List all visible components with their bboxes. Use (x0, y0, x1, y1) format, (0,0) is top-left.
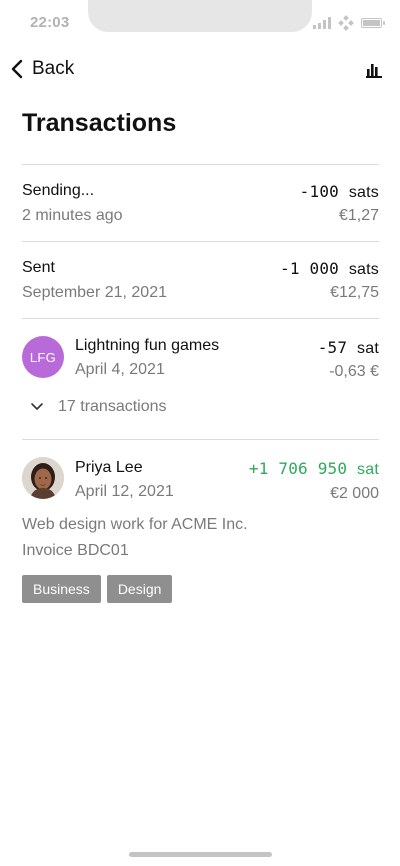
transaction-date: September 21, 2021 (22, 284, 167, 301)
transaction-invoice: Invoice BDC01 (22, 542, 129, 559)
transaction-row[interactable]: Priya Lee April 12, 2021 +1 706 950 sat … (22, 456, 379, 506)
back-button[interactable]: Back (10, 58, 74, 80)
transaction-date: April 4, 2021 (75, 361, 165, 378)
divider (22, 164, 379, 165)
transaction-fiat: -0,63 € (329, 363, 379, 380)
tag-business[interactable]: Business (22, 575, 101, 603)
transaction-title: Sending... (22, 182, 95, 199)
transaction-amount: -100 sats (299, 182, 379, 201)
transaction-description: Web design work for ACME Inc. (22, 516, 248, 533)
profile-photo (22, 457, 64, 499)
battery-icon (361, 18, 385, 28)
transaction-title: Sent (22, 259, 55, 276)
transaction-group-row[interactable]: LFG Lightning fun games April 4, 2021 -5… (22, 334, 379, 384)
tag-list: Business Design (22, 575, 178, 603)
transaction-date: 2 minutes ago (22, 207, 123, 224)
bar-chart-icon[interactable] (366, 62, 382, 78)
page-title: Transactions (22, 109, 177, 137)
divider (22, 318, 379, 319)
chevron-down-icon (31, 403, 43, 410)
status-bar: 22:03 (0, 0, 400, 44)
transaction-row[interactable]: Sent September 21, 2021 -1 000 sats €12,… (22, 257, 379, 307)
expand-transactions-button[interactable]: 17 transactions (30, 398, 167, 416)
transaction-title: Lightning fun games (75, 337, 220, 354)
transaction-amount: -1 000 sats (280, 259, 379, 278)
divider (22, 241, 379, 242)
transaction-title: Priya Lee (75, 459, 143, 476)
transaction-row[interactable]: Sending... 2 minutes ago -100 sats €1,27 (22, 180, 379, 230)
home-indicator[interactable] (129, 852, 272, 857)
back-label: Back (32, 58, 75, 79)
transaction-amount: -57 sat (317, 338, 379, 357)
expand-label: 17 transactions (58, 398, 167, 415)
device-notch (88, 0, 312, 32)
avatar (22, 457, 64, 499)
transaction-amount: +1 706 950 sat (248, 459, 379, 478)
transaction-fiat: €2 000 (330, 485, 379, 502)
transaction-date: April 12, 2021 (75, 483, 174, 500)
transaction-fiat: €1,27 (338, 207, 379, 224)
avatar: LFG (22, 336, 64, 378)
tag-design[interactable]: Design (106, 575, 173, 603)
nav-bar: Back (0, 56, 400, 88)
signal-icon (313, 17, 331, 29)
chevron-left-icon (11, 59, 23, 79)
system-icons (313, 15, 385, 31)
network-icon (338, 15, 354, 31)
status-time: 22:03 (30, 14, 70, 31)
transaction-fiat: €12,75 (330, 284, 379, 301)
divider (22, 439, 379, 440)
